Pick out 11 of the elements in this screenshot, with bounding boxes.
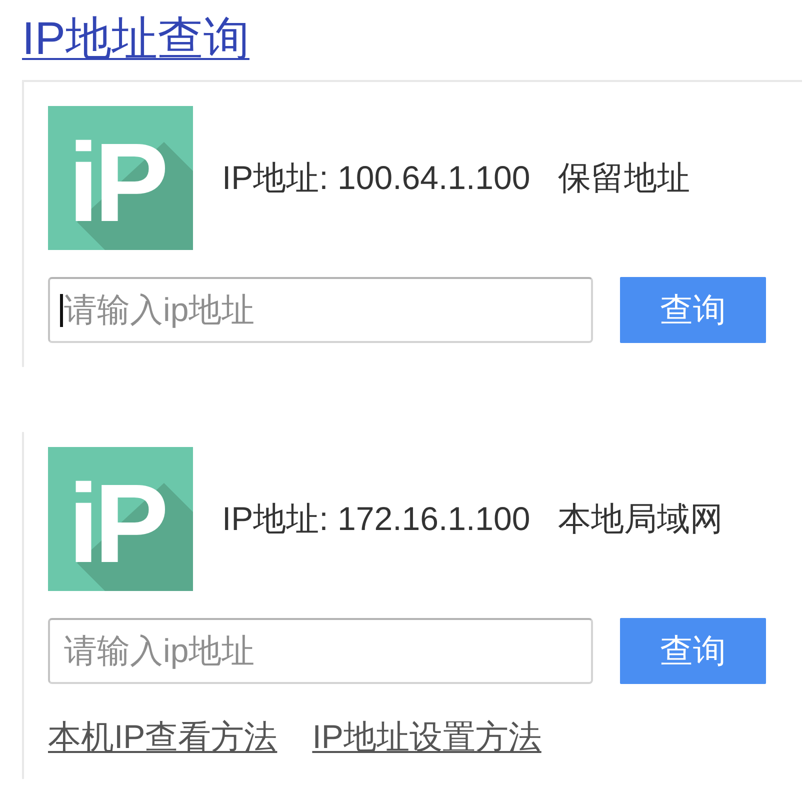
ip-address-text: IP地址: 100.64.1.100 — [222, 158, 530, 198]
address-type-text: 本地局域网 — [558, 499, 724, 539]
address-type-text: 保留地址 — [558, 158, 690, 198]
ip-logo: iP — [48, 447, 193, 591]
ip-address-text: IP地址: 172.16.1.100 — [222, 499, 530, 539]
page-title-link[interactable]: IP地址查询 — [22, 12, 250, 64]
ip-input-field[interactable]: 请输入ip地址 — [48, 277, 593, 343]
ip-logo: iP — [48, 106, 193, 250]
help-link[interactable]: 本机IP查看方法 — [48, 719, 278, 755]
ip-input-field[interactable]: 请输入ip地址 — [48, 618, 593, 684]
help-link[interactable]: IP地址设置方法 — [312, 719, 542, 755]
